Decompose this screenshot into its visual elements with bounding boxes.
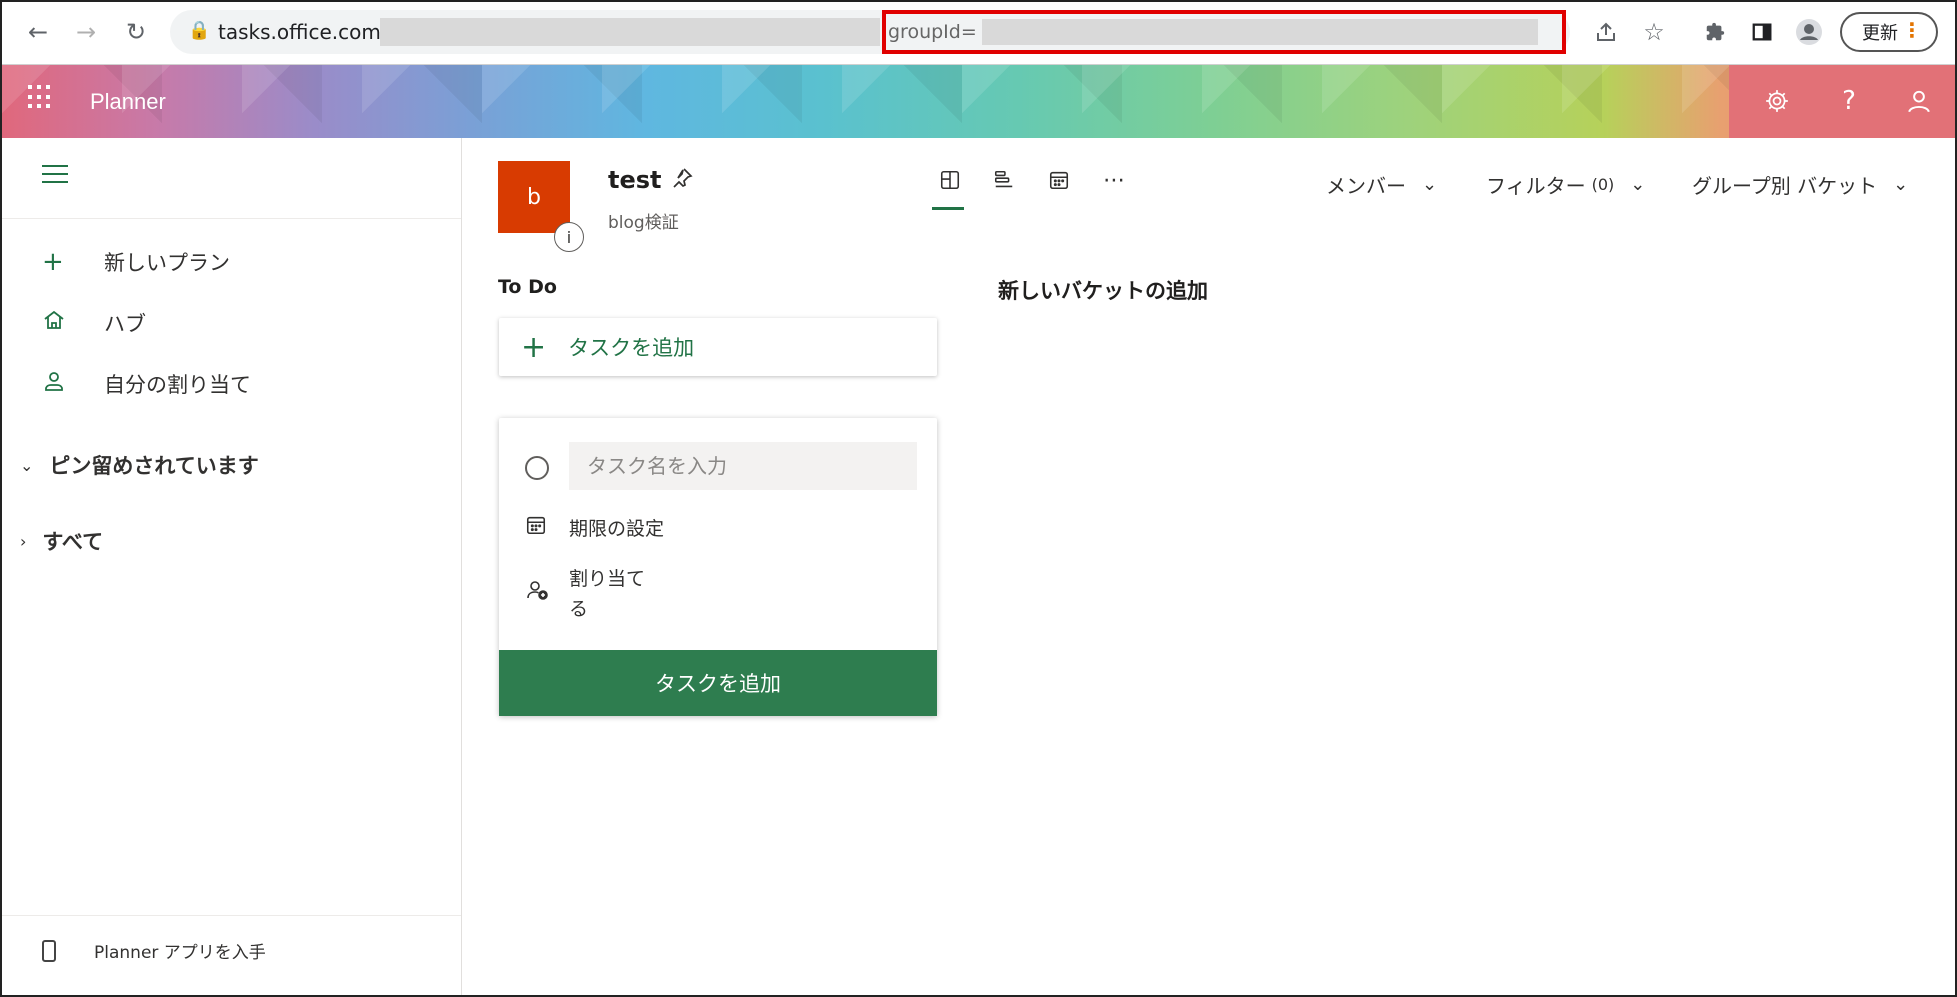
chevron-down-icon: ⌄ xyxy=(1630,174,1646,195)
group-by-label: グループ別 バケット xyxy=(1692,174,1878,198)
submit-task-button[interactable]: タスクを追加 xyxy=(499,650,937,716)
main-content: b i test blog検証 ⋯ メンバー ⌄ フィルター (0) ⌄ グルー… xyxy=(462,138,1955,995)
new-task-card: 期限の設定 割り当て る タスクを追加 xyxy=(499,418,937,716)
filter-dropdown[interactable]: フィルター (0) ⌄ xyxy=(1486,170,1645,199)
group-by-dropdown[interactable]: グループ別 バケット ⌄ xyxy=(1692,170,1908,199)
lock-icon: 🔒 xyxy=(188,20,211,41)
reload-icon[interactable]: ↻ xyxy=(120,16,152,48)
more-options-icon[interactable]: ⋯ xyxy=(1096,162,1132,198)
url-group-id: groupId= xyxy=(888,21,977,43)
add-task-label: タスクを追加 xyxy=(568,336,695,360)
section-pinned[interactable]: ⌄ ピン留めされています xyxy=(20,450,259,480)
chart-view-icon[interactable] xyxy=(986,162,1022,198)
sidebar-item-label: ハブ xyxy=(104,312,146,336)
due-date-label: 期限の設定 xyxy=(569,518,665,540)
side-panel-icon[interactable] xyxy=(1746,16,1778,48)
account-icon[interactable] xyxy=(1901,83,1937,119)
sidebar-item-label: 自分の割り当て xyxy=(104,373,251,397)
section-label: ピン留めされています xyxy=(49,454,259,478)
kebab-menu-icon: ⋮ xyxy=(1902,18,1922,42)
profile-icon[interactable] xyxy=(1793,16,1825,48)
members-dropdown[interactable]: メンバー ⌄ xyxy=(1326,170,1437,199)
home-icon xyxy=(42,308,76,339)
plus-icon: + xyxy=(521,329,547,365)
chevron-down-icon: ⌄ xyxy=(20,455,34,475)
pin-icon[interactable] xyxy=(670,166,694,196)
section-all[interactable]: › すべて xyxy=(20,526,103,556)
add-new-bucket[interactable]: 新しいバケットの追加 xyxy=(998,275,1208,305)
chevron-down-icon: ⌄ xyxy=(1422,174,1438,195)
sidebar-item-label: 新しいプラン xyxy=(104,251,230,275)
bookmark-star-icon[interactable]: ☆ xyxy=(1638,16,1670,48)
calendar-icon xyxy=(525,514,549,541)
sidebar-item-my-tasks[interactable]: 自分の割り当て xyxy=(42,366,251,402)
highlight-box: groupId= xyxy=(882,10,1566,54)
assign-label-wrap: る xyxy=(569,598,589,620)
person-icon xyxy=(42,369,76,400)
plan-group-name: blog検証 xyxy=(608,213,679,233)
back-arrow-icon[interactable]: ← xyxy=(22,16,54,48)
settings-gear-icon[interactable] xyxy=(1759,83,1795,119)
sidebar-item-hub[interactable]: ハブ xyxy=(42,305,146,341)
info-icon[interactable]: i xyxy=(554,222,584,252)
phone-icon xyxy=(42,939,56,962)
divider xyxy=(2,218,461,219)
extensions-icon[interactable] xyxy=(1699,16,1731,48)
app-header: Planner ? xyxy=(2,65,1955,138)
filter-count: (0) xyxy=(1591,175,1615,194)
members-label: メンバー xyxy=(1326,174,1406,198)
get-app-label: Planner アプリを入手 xyxy=(94,943,266,963)
add-task-button[interactable]: + タスクを追加 xyxy=(499,318,937,376)
get-app-link[interactable]: Planner アプリを入手 xyxy=(42,938,266,963)
app-launcher-icon[interactable] xyxy=(28,85,52,109)
set-due-date[interactable]: 期限の設定 xyxy=(525,514,664,541)
chevron-down-icon: ⌄ xyxy=(1893,174,1909,195)
chevron-right-icon: › xyxy=(20,531,27,551)
task-name-input[interactable] xyxy=(569,442,917,490)
url-text: tasks.office.com/ xyxy=(218,20,388,44)
board-view-icon[interactable] xyxy=(932,162,968,210)
assign-person-icon xyxy=(525,578,549,607)
help-icon[interactable]: ? xyxy=(1831,83,1867,119)
forward-arrow-icon[interactable]: → xyxy=(70,16,102,48)
app-title[interactable]: Planner xyxy=(90,89,166,115)
task-complete-radio[interactable] xyxy=(525,456,549,480)
assign-task[interactable]: 割り当て る xyxy=(525,564,645,624)
plan-avatar: b xyxy=(498,161,570,233)
sidebar: + 新しいプラン ハブ 自分の割り当て ⌄ ピン留めされています › すべて P… xyxy=(2,138,462,995)
redacted-group-id xyxy=(982,19,1538,45)
browser-toolbar: ← → ↻ 🔒 tasks.office.com/ groupId= ☆ 更新 … xyxy=(2,2,1955,65)
plan-title: test xyxy=(608,166,662,194)
sidebar-item-new-plan[interactable]: + 新しいプラン xyxy=(42,244,230,280)
assign-label: 割り当て xyxy=(569,568,646,590)
update-label: 更新 xyxy=(1862,23,1898,44)
bucket-title[interactable]: To Do xyxy=(498,276,557,298)
hamburger-menu-icon[interactable] xyxy=(42,165,68,189)
calendar-view-icon[interactable] xyxy=(1041,162,1077,198)
share-icon[interactable] xyxy=(1590,16,1622,48)
divider xyxy=(2,915,461,916)
plus-icon: + xyxy=(42,247,64,277)
update-button[interactable]: 更新 ⋮ xyxy=(1840,12,1938,52)
window: ← → ↻ 🔒 tasks.office.com/ groupId= ☆ 更新 … xyxy=(0,0,1957,997)
filter-label: フィルター xyxy=(1486,174,1586,198)
redacted-url xyxy=(380,18,880,46)
header-actions: ? xyxy=(1729,65,1955,138)
section-label: すべて xyxy=(42,530,104,554)
